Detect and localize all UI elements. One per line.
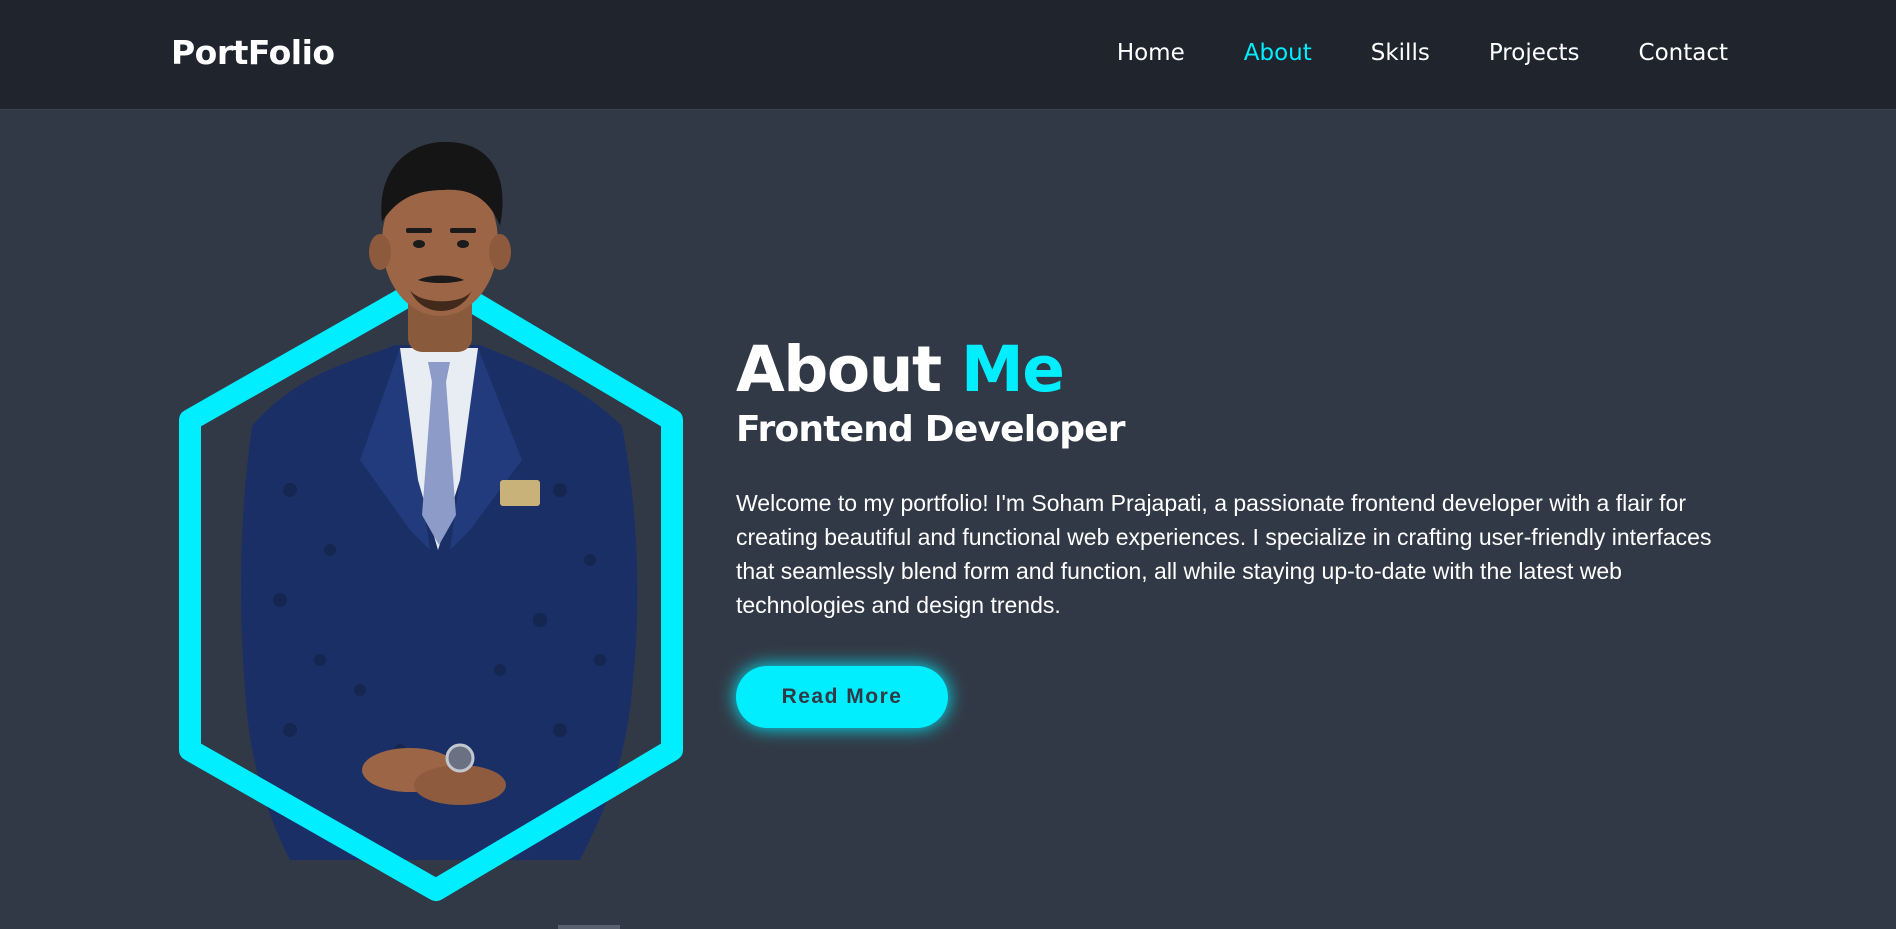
- main-nav: Home About Skills Projects Contact: [1117, 40, 1728, 66]
- nav-home[interactable]: Home: [1117, 40, 1185, 66]
- heading-accent: Me: [961, 333, 1065, 406]
- left-ear: [369, 234, 391, 270]
- top-navbar: PortFolio Home About Skills Projects Con…: [0, 0, 1896, 110]
- logo[interactable]: PortFolio: [171, 33, 335, 72]
- nav-skills[interactable]: Skills: [1371, 40, 1430, 66]
- bio-text: Welcome to my portfolio! I'm Soham Praja…: [736, 490, 1712, 618]
- pocket-square: [500, 480, 540, 506]
- right-brow: [450, 228, 476, 233]
- about-heading: About Me: [736, 332, 1736, 408]
- about-section: About Me Frontend Developer Welcome to m…: [736, 332, 1736, 728]
- nav-contact[interactable]: Contact: [1639, 40, 1728, 66]
- watch: [445, 743, 475, 773]
- nav-about[interactable]: About: [1244, 40, 1312, 66]
- left-brow: [406, 228, 432, 233]
- heading-main: About: [736, 333, 942, 406]
- profile-image: [160, 130, 720, 920]
- left-eye: [413, 240, 425, 248]
- role-subheading: Frontend Developer: [736, 409, 1126, 450]
- scroll-indicator: [558, 925, 620, 929]
- right-ear: [489, 234, 511, 270]
- right-eye: [457, 240, 469, 248]
- read-more-button[interactable]: Read More: [736, 666, 948, 728]
- nav-projects[interactable]: Projects: [1489, 40, 1580, 66]
- profile-illustration: [179, 141, 683, 901]
